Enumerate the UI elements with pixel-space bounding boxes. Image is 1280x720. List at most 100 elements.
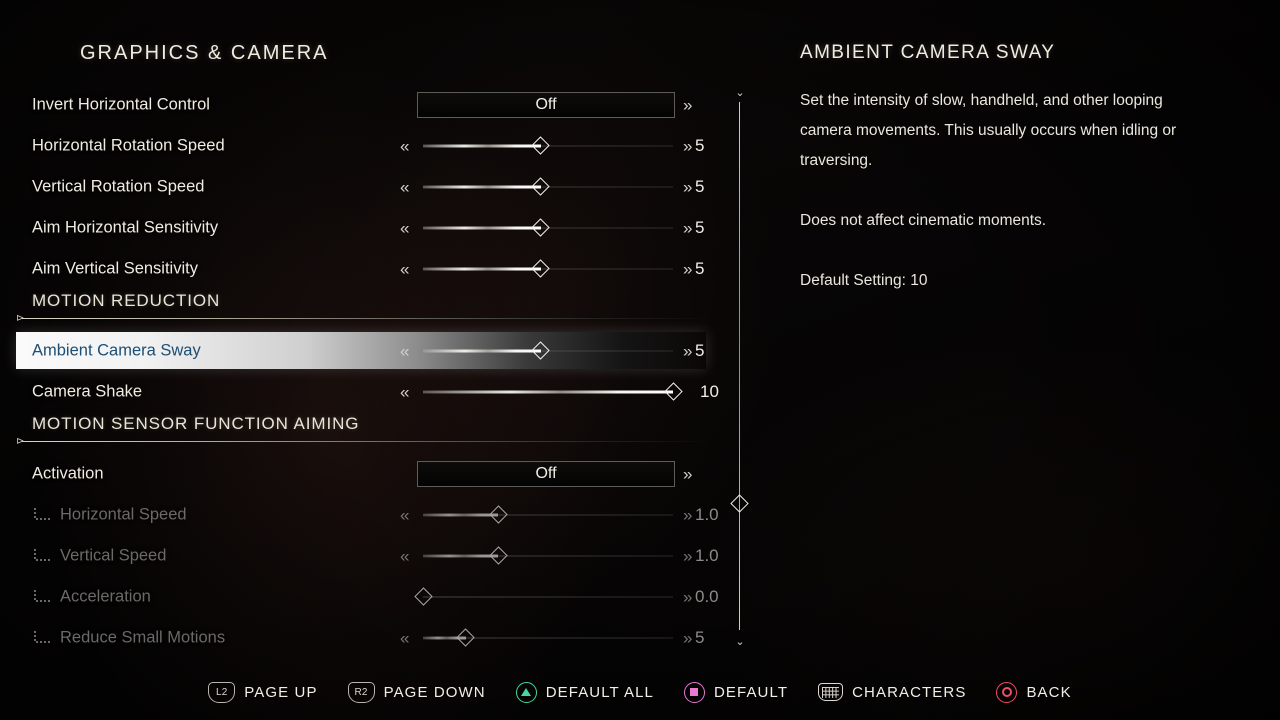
decrease-icon[interactable]: « xyxy=(400,383,409,400)
slider-fill xyxy=(423,349,541,352)
footer-hint[interactable]: CHARACTERS xyxy=(818,683,966,701)
setting-value: 5 xyxy=(695,135,705,155)
setting-control[interactable]: « 10 xyxy=(395,371,720,412)
setting-row[interactable]: Invert Horizontal Control Off » xyxy=(0,84,720,125)
increase-icon[interactable]: » xyxy=(683,178,692,195)
setting-control[interactable]: » 0.0 xyxy=(395,576,720,617)
slider-thumb[interactable] xyxy=(663,382,683,401)
next-option-icon[interactable]: » xyxy=(683,96,692,113)
slider-thumb[interactable] xyxy=(531,136,550,155)
slider-track[interactable] xyxy=(423,382,683,401)
slider-track[interactable] xyxy=(423,218,673,237)
setting-label: Vertical Rotation Speed xyxy=(32,177,205,195)
scroll-up-icon[interactable]: ⌄ xyxy=(733,88,747,99)
decrease-icon[interactable]: « xyxy=(400,629,409,646)
setting-value: 5 xyxy=(695,340,705,360)
setting-row[interactable]: Camera Shake « 10 xyxy=(0,371,720,412)
setting-row[interactable]: Acceleration » 0.0 xyxy=(0,576,720,617)
slider-thumb[interactable] xyxy=(488,505,508,524)
square-button-icon[interactable] xyxy=(683,681,705,703)
decrease-icon[interactable]: « xyxy=(400,178,409,195)
scrollbar[interactable]: ⌄ ⌄ xyxy=(729,88,749,648)
slider-track[interactable] xyxy=(423,628,673,647)
l2-button-icon[interactable]: L2 xyxy=(208,681,236,703)
setting-control[interactable]: « » 1.0 xyxy=(395,494,720,535)
decrease-icon[interactable]: « xyxy=(400,547,409,564)
setting-row[interactable]: Ambient Camera Sway « » 5 xyxy=(0,330,720,371)
tree-indent-icon xyxy=(34,507,52,522)
decrease-icon[interactable]: « xyxy=(400,219,409,236)
increase-icon[interactable]: » xyxy=(683,260,692,277)
setting-label: Reduce Small Motions xyxy=(60,628,226,646)
slider-track[interactable] xyxy=(413,587,673,606)
slider-fill xyxy=(423,390,673,393)
setting-row[interactable]: Aim Horizontal Sensitivity « » 5 xyxy=(0,207,720,248)
footer-hint[interactable]: DEFAULT xyxy=(683,681,788,703)
setting-value: 1.0 xyxy=(695,545,719,565)
triangle-button-icon[interactable] xyxy=(515,681,537,703)
setting-label: Vertical Speed xyxy=(60,546,167,564)
scroll-down-icon[interactable]: ⌄ xyxy=(733,637,747,648)
touchpad-button-icon[interactable] xyxy=(818,683,844,701)
option-box[interactable]: Off xyxy=(417,91,675,118)
scrollbar-thumb[interactable] xyxy=(729,494,749,513)
setting-control[interactable]: « » 5 xyxy=(395,125,720,166)
increase-icon[interactable]: » xyxy=(683,342,692,359)
slider-track[interactable] xyxy=(423,546,673,565)
tree-indent-icon xyxy=(34,548,52,563)
setting-label: Horizontal Speed xyxy=(60,505,187,523)
footer-hint-label: PAGE UP xyxy=(244,683,318,701)
slider-thumb[interactable] xyxy=(531,259,550,278)
option-value: Off xyxy=(535,464,557,482)
setting-control[interactable]: « » 5 xyxy=(395,207,720,248)
footer-hint[interactable]: L2 PAGE UP xyxy=(208,681,318,703)
slider-track[interactable] xyxy=(423,505,673,524)
setting-control[interactable]: « » 5 xyxy=(395,166,720,207)
setting-row[interactable]: Vertical Rotation Speed « » 5 xyxy=(0,166,720,207)
slider-thumb[interactable] xyxy=(413,587,433,606)
slider-track[interactable] xyxy=(423,341,673,360)
setting-control[interactable]: Off » xyxy=(395,84,720,125)
footer-hint[interactable]: DEFAULT ALL xyxy=(515,681,654,703)
decrease-icon[interactable]: « xyxy=(400,506,409,523)
r2-button-icon[interactable]: R2 xyxy=(347,681,375,703)
slider-thumb[interactable] xyxy=(488,546,508,565)
setting-row[interactable]: Activation Off » xyxy=(0,453,720,494)
footer-button-hints: L2 PAGE UP R2 PAGE DOWN DEFAULT ALL DEFAULT CH… xyxy=(0,664,1280,720)
setting-row[interactable]: Vertical Speed « » 1.0 xyxy=(0,535,720,576)
slider-track[interactable] xyxy=(423,177,673,196)
page-title: GRAPHICS & CAMERA xyxy=(80,42,329,64)
setting-control[interactable]: « » 5 xyxy=(395,617,720,658)
scrollbar-track[interactable] xyxy=(739,102,740,630)
slider-thumb[interactable] xyxy=(531,218,550,237)
circle-button-icon[interactable] xyxy=(996,681,1018,703)
setting-control[interactable]: « » 5 xyxy=(395,330,720,371)
slider-thumb[interactable] xyxy=(531,341,550,360)
slider-track[interactable] xyxy=(423,136,673,155)
increase-icon[interactable]: » xyxy=(683,506,692,523)
slider-thumb[interactable] xyxy=(456,628,475,647)
slider-thumb[interactable] xyxy=(531,177,550,196)
decrease-icon[interactable]: « xyxy=(400,342,409,359)
decrease-icon[interactable]: « xyxy=(400,137,409,154)
setting-control[interactable]: « » 5 xyxy=(395,248,720,289)
setting-control[interactable]: Off » xyxy=(395,453,720,494)
increase-icon[interactable]: » xyxy=(683,588,692,605)
setting-value: 1.0 xyxy=(695,504,719,524)
setting-row[interactable]: Aim Vertical Sensitivity « » 5 xyxy=(0,248,720,289)
increase-icon[interactable]: » xyxy=(683,547,692,564)
slider-track[interactable] xyxy=(423,259,673,278)
increase-icon[interactable]: » xyxy=(683,219,692,236)
increase-icon[interactable]: » xyxy=(683,137,692,154)
decrease-icon[interactable]: « xyxy=(400,260,409,277)
setting-row[interactable]: Horizontal Rotation Speed « » 5 xyxy=(0,125,720,166)
setting-label: Aim Horizontal Sensitivity xyxy=(32,218,219,236)
footer-hint[interactable]: R2 PAGE DOWN xyxy=(347,681,486,703)
increase-icon[interactable]: » xyxy=(683,629,692,646)
footer-hint[interactable]: BACK xyxy=(996,681,1071,703)
option-box[interactable]: Off xyxy=(417,460,675,487)
setting-row[interactable]: Reduce Small Motions « » 5 xyxy=(0,617,720,658)
setting-row[interactable]: Horizontal Speed « » 1.0 xyxy=(0,494,720,535)
setting-control[interactable]: « » 1.0 xyxy=(395,535,720,576)
next-option-icon[interactable]: » xyxy=(683,465,692,482)
